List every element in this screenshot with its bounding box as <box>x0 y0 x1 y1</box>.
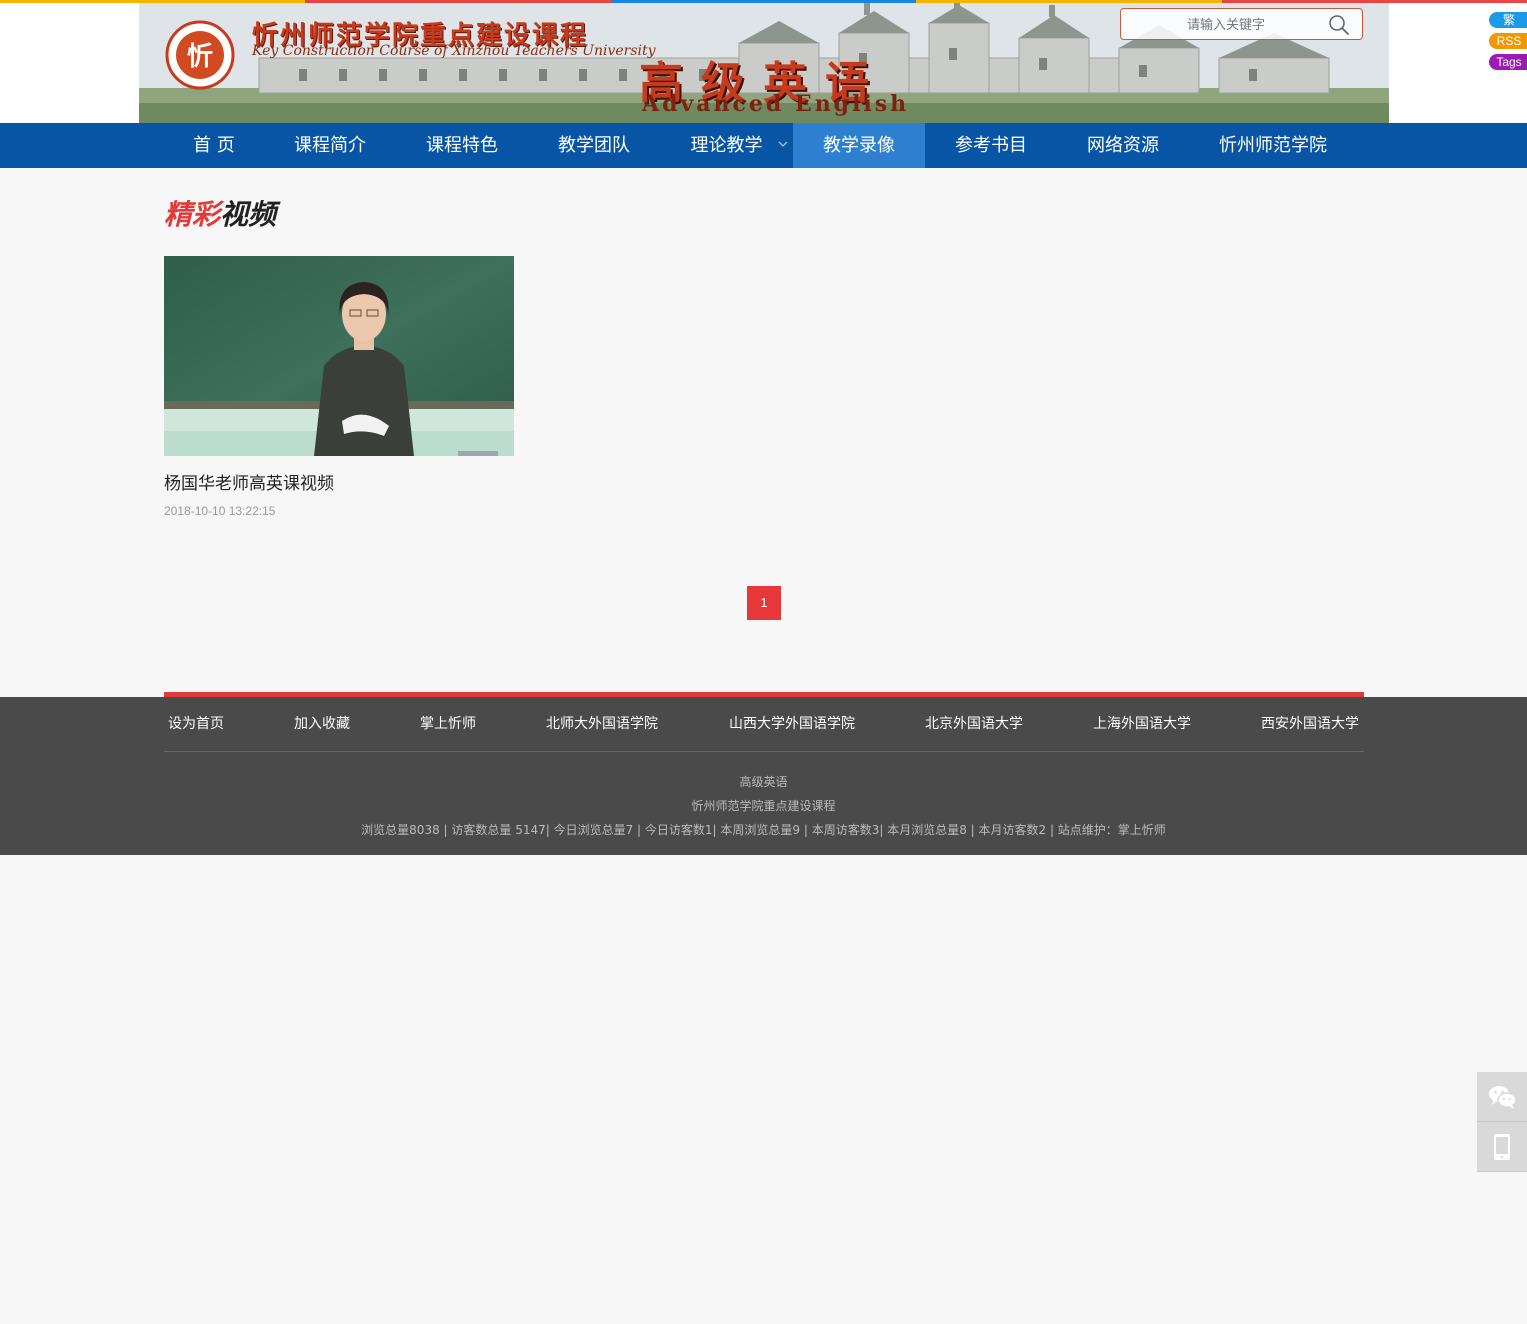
mobile-icon <box>1494 1134 1510 1160</box>
section-title-highlight: 精彩 <box>164 198 221 231</box>
footer-link-mobile-site[interactable]: 掌上忻师 <box>420 697 476 752</box>
nav-item-teaching-videos[interactable]: 教学录像 <box>793 123 925 168</box>
footer: 设为首页 加入收藏 掌上忻师 北师大外国语学院 山西大学外国语学院 北京外国语大… <box>0 697 1527 855</box>
nav-item-course-features[interactable]: 课程特色 <box>396 123 528 168</box>
svg-text:忻: 忻 <box>187 42 213 72</box>
section-title: 精彩视频 <box>164 193 276 233</box>
traditional-chinese-toggle[interactable]: 繁 <box>1489 12 1527 28</box>
footer-course-name: 高级英语 <box>739 775 788 789</box>
tags-link[interactable]: Tags <box>1489 54 1527 70</box>
nav-item-reference-books[interactable]: 参考书目 <box>925 123 1057 168</box>
pagination-current-page[interactable]: 1 <box>747 586 781 620</box>
search-box <box>1120 8 1363 40</box>
footer-link-set-homepage[interactable]: 设为首页 <box>168 697 224 752</box>
footer-site-stats: 浏览总量8038 | 访客数总量 5147| 今日浏览总量7 | 今日访客数1|… <box>361 823 1166 837</box>
nav-item-theory-teaching[interactable]: 理论教学 <box>660 123 793 168</box>
site-banner: 忻 忻州师范学院重点建设课程 Key Construction Course o… <box>139 3 1389 123</box>
org-title-en: Key Construction Course of Xinzhou Teach… <box>252 43 656 59</box>
video-title[interactable]: 杨国华老师高英课视频 <box>164 469 514 494</box>
footer-link-bnu-foreign-languages[interactable]: 北师大外国语学院 <box>546 697 658 752</box>
footer-course-type: 忻州师范学院重点建设课程 <box>691 799 836 813</box>
nav-item-web-resources[interactable]: 网络资源 <box>1057 123 1189 168</box>
nav-item-course-intro[interactable]: 课程简介 <box>264 123 396 168</box>
rss-link[interactable]: RSS <box>1489 33 1527 49</box>
nav-item-university[interactable]: 忻州师范学院 <box>1189 123 1357 168</box>
side-tags: 繁 RSS Tags <box>1489 12 1527 75</box>
course-title-en: Advanced English <box>642 91 910 117</box>
video-date: 2018-10-10 13:22:15 <box>164 504 276 518</box>
university-logo: 忻 <box>165 20 235 90</box>
nav-item-home[interactable]: 首 页 <box>164 123 264 168</box>
footer-links: 设为首页 加入收藏 掌上忻师 北师大外国语学院 山西大学外国语学院 北京外国语大… <box>164 697 1364 752</box>
footer-link-sxu-foreign-languages[interactable]: 山西大学外国语学院 <box>729 697 855 752</box>
search-icon[interactable] <box>1328 14 1350 36</box>
footer-link-bfsu[interactable]: 北京外国语大学 <box>925 697 1023 752</box>
chevron-down-icon <box>778 141 788 147</box>
section-title-rest: 视频 <box>220 198 277 231</box>
nav-item-teaching-team[interactable]: 教学团队 <box>528 123 660 168</box>
mobile-button[interactable] <box>1477 1122 1527 1172</box>
main-nav: 首 页 课程简介 课程特色 教学团队 理论教学 教学录像 参考书目 网络资源 忻… <box>0 123 1527 168</box>
footer-link-shisu[interactable]: 上海外国语大学 <box>1093 697 1191 752</box>
footer-link-xisu[interactable]: 西安外国语大学 <box>1261 697 1359 752</box>
wechat-icon <box>1489 1086 1517 1109</box>
wechat-button[interactable] <box>1477 1072 1527 1122</box>
footer-link-add-favorite[interactable]: 加入收藏 <box>294 697 350 752</box>
video-thumbnail[interactable] <box>164 256 514 456</box>
video-card[interactable]: 杨国华老师高英课视频 2018-10-10 13:22:15 <box>164 256 514 518</box>
search-input[interactable] <box>1131 14 1321 34</box>
